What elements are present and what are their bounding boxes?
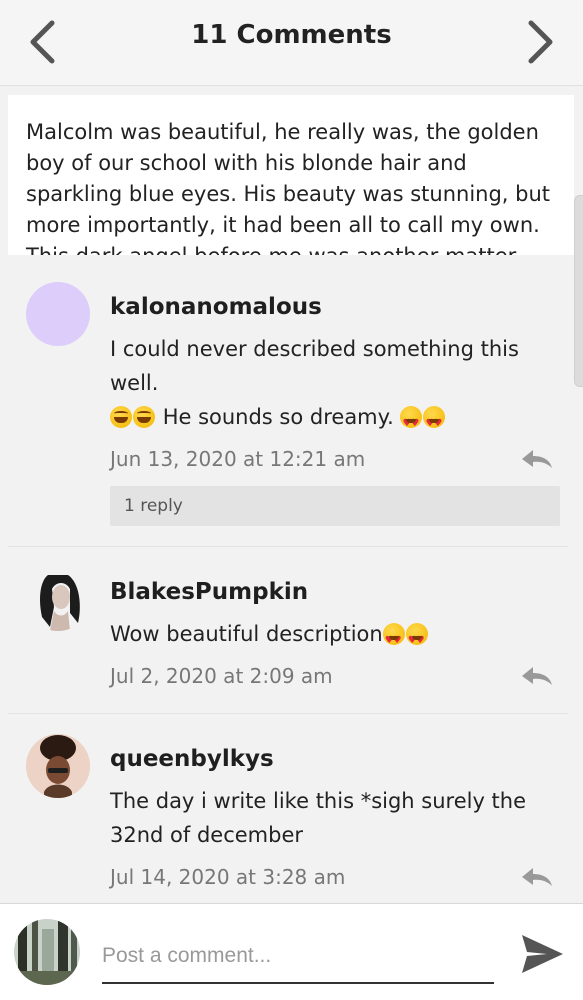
comment-input[interactable] [102, 930, 494, 984]
reply-icon[interactable] [520, 448, 554, 470]
comment-text-line: I could never described something this w… [110, 337, 519, 395]
heart-eyes-emoji-icon [400, 406, 423, 441]
comment-list: kalonanomalous I could never described s… [8, 262, 568, 902]
page-title: 11 Comments [191, 20, 392, 50]
current-user-avatar[interactable] [14, 919, 80, 985]
replies-button[interactable]: 1 reply [110, 486, 560, 526]
laughing-emoji-icon [110, 406, 132, 428]
heart-eyes-emoji-icon [423, 406, 446, 441]
comment-username[interactable]: BlakesPumpkin [110, 577, 560, 607]
comment-text-line: He sounds so dreamy. [162, 405, 394, 429]
comment-timestamp: Jul 2, 2020 at 2:09 am [110, 664, 333, 688]
portrait-image [26, 567, 90, 631]
avatar[interactable] [26, 567, 90, 631]
laughing-emoji-icon [133, 406, 155, 428]
heart-eyes-emoji-icon [382, 623, 405, 658]
comment-username[interactable]: queenbylkys [110, 744, 560, 774]
comment-meta: Jul 14, 2020 at 3:28 am [110, 860, 560, 894]
comment-meta: Jun 13, 2020 at 12:21 am [110, 442, 560, 476]
comment-username[interactable]: kalonanomalous [110, 292, 560, 322]
forest-image [14, 919, 80, 985]
heart-eyes-emoji-icon [405, 623, 428, 658]
comment-item: BlakesPumpkin Wow beautiful description … [8, 547, 568, 714]
comment-item: kalonanomalous I could never described s… [8, 262, 568, 547]
comment-text: The day i write like this *sigh surely t… [110, 789, 527, 847]
comment-timestamp: Jul 14, 2020 at 3:28 am [110, 865, 346, 889]
reply-icon[interactable] [520, 665, 554, 687]
excerpt-text: Malcolm was beautiful, he really was, th… [26, 120, 551, 255]
story-excerpt: Malcolm was beautiful, he really was, th… [8, 95, 574, 255]
avatar[interactable] [26, 282, 90, 346]
top-bar: 11 Comments [0, 0, 583, 86]
send-icon[interactable] [519, 932, 565, 976]
comment-item: queenbylkys The day i write like this *s… [8, 714, 568, 902]
chevron-right-icon [528, 20, 553, 64]
comment-timestamp: Jun 13, 2020 at 12:21 am [110, 447, 366, 471]
scroll-handle[interactable] [574, 195, 583, 387]
reply-icon[interactable] [520, 866, 554, 888]
comment-meta: Jul 2, 2020 at 2:09 am [110, 659, 560, 693]
comment-text: Wow beautiful description [110, 617, 560, 658]
comment-composer [0, 903, 583, 1000]
forward-button[interactable] [521, 14, 561, 70]
comment-text: I could never described something this w… [110, 332, 560, 441]
avatar[interactable] [26, 734, 90, 798]
comment-text-line: Wow beautiful description [110, 622, 383, 646]
portrait-image [26, 734, 90, 798]
